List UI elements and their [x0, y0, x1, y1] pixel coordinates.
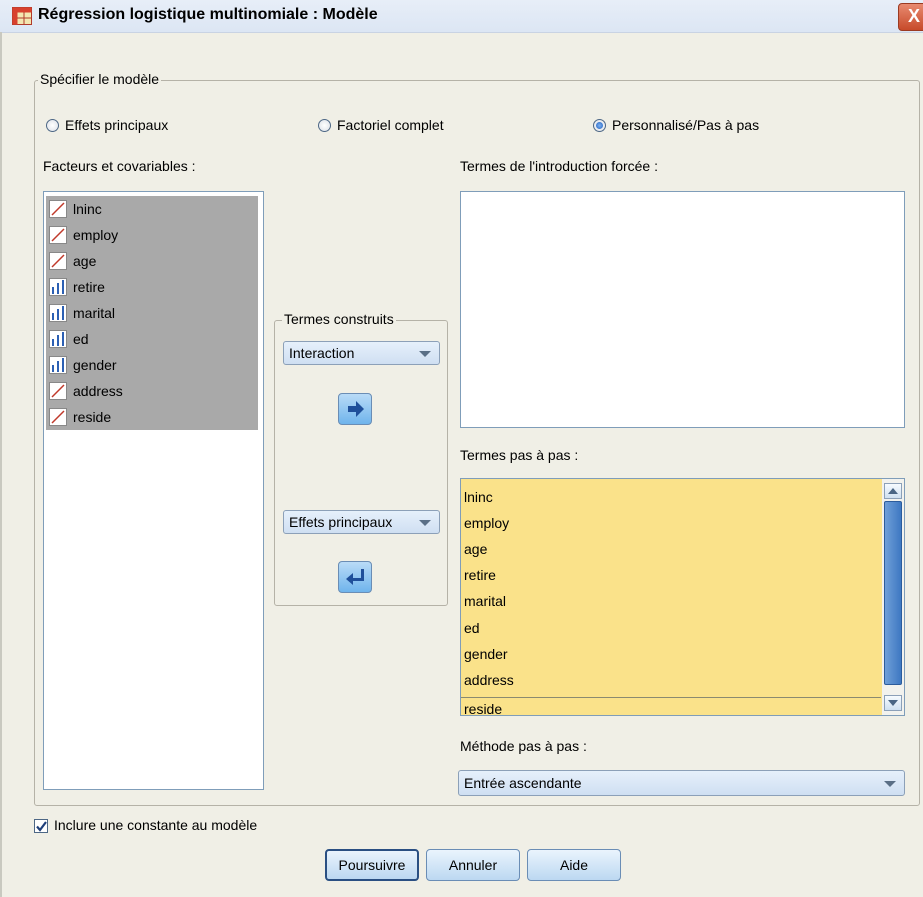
- nominal-bar-icon: [49, 278, 67, 296]
- forced-terms-listbox[interactable]: [460, 191, 905, 428]
- window-border: [0, 32, 2, 897]
- continue-button[interactable]: Poursuivre: [325, 849, 419, 881]
- chevron-down-icon: [884, 781, 896, 787]
- variable-name: age: [73, 253, 97, 269]
- checkmark-icon: [36, 821, 47, 832]
- radio-main-effects-circle[interactable]: [46, 118, 59, 132]
- list-item[interactable]: age: [464, 541, 487, 557]
- list-item[interactable]: gender: [46, 352, 258, 378]
- title-bar: Régression logistique multinomiale : Mod…: [0, 0, 923, 33]
- list-item[interactable]: marital: [464, 593, 506, 609]
- chevron-down-icon: [888, 700, 898, 706]
- variable-name: employ: [73, 227, 119, 243]
- list-item[interactable]: employ: [464, 515, 509, 531]
- factors-listbox[interactable]: lninc employ age retire marital ed gende…: [43, 191, 264, 790]
- stepwise-terms-listbox[interactable]: lninc employ age retire marital ed gende…: [460, 478, 905, 716]
- built-terms-type-value: Interaction: [289, 345, 355, 361]
- nominal-bar-icon: [49, 356, 67, 374]
- list-item-divider: [461, 697, 881, 715]
- chevron-down-icon: [419, 520, 431, 526]
- radio-custom-stepwise[interactable]: Personnalisé/Pas à pas: [593, 117, 759, 133]
- radio-full-factorial-label: Factoriel complet: [337, 117, 444, 133]
- scale-icon: [49, 200, 67, 218]
- radio-full-factorial-circle[interactable]: [318, 118, 331, 132]
- move-to-forced-button[interactable]: [338, 393, 372, 425]
- cancel-button-label: Annuler: [448, 857, 498, 873]
- forced-terms-label: Termes de l'introduction forcée :: [460, 158, 658, 174]
- list-item[interactable]: employ: [46, 222, 258, 248]
- variable-name: lninc: [73, 201, 102, 217]
- list-item[interactable]: ed: [464, 620, 480, 636]
- stepwise-method-label: Méthode pas à pas :: [460, 738, 587, 754]
- scale-icon: [49, 408, 67, 426]
- close-button[interactable]: X: [898, 3, 923, 31]
- scroll-down-button[interactable]: [884, 695, 902, 711]
- list-item[interactable]: retire: [46, 274, 258, 300]
- stepwise-scrollbar[interactable]: [882, 479, 904, 715]
- variable-name: address: [73, 383, 123, 399]
- list-item[interactable]: marital: [46, 300, 258, 326]
- radio-custom-stepwise-label: Personnalisé/Pas à pas: [612, 117, 760, 133]
- nominal-bar-icon: [49, 304, 67, 322]
- built-terms-effect-value: Effets principaux: [289, 514, 393, 530]
- window-title: Régression logistique multinomiale : Mod…: [38, 6, 378, 23]
- variable-name: retire: [73, 279, 105, 295]
- nominal-bar-icon: [49, 330, 67, 348]
- chevron-up-icon: [888, 488, 898, 494]
- variable-name: gender: [73, 357, 117, 373]
- stepwise-terms-label: Termes pas à pas :: [460, 447, 579, 463]
- dialog-window: Régression logistique multinomiale : Mod…: [0, 0, 923, 897]
- built-terms-legend: Termes construits: [282, 311, 396, 327]
- include-constant-label: Inclure une constante au modèle: [54, 817, 258, 833]
- variable-name: marital: [73, 305, 116, 321]
- radio-full-factorial[interactable]: Factoriel complet: [318, 117, 444, 133]
- radio-main-effects[interactable]: Effets principaux: [46, 117, 168, 133]
- chevron-down-icon: [419, 351, 431, 357]
- continue-button-label: Poursuivre: [338, 857, 406, 873]
- list-item[interactable]: reside: [46, 404, 258, 430]
- list-item[interactable]: reside: [464, 701, 502, 715]
- cancel-button[interactable]: Annuler: [426, 849, 520, 881]
- arrow-right-icon: [348, 401, 364, 417]
- scale-icon: [49, 226, 67, 244]
- scale-icon: [49, 382, 67, 400]
- include-constant-checkbox[interactable]: [34, 819, 48, 833]
- built-terms-type-combo[interactable]: Interaction: [283, 341, 440, 365]
- scale-icon: [49, 252, 67, 270]
- table-icon: [12, 7, 32, 25]
- list-item[interactable]: ed: [46, 326, 258, 352]
- list-item[interactable]: lninc: [464, 489, 493, 505]
- factors-label: Facteurs et covariables :: [43, 158, 196, 174]
- list-item[interactable]: address: [464, 672, 514, 688]
- list-item[interactable]: retire: [464, 567, 496, 583]
- list-item[interactable]: address: [46, 378, 258, 404]
- stepwise-method-value: Entrée ascendante: [464, 775, 582, 791]
- help-button-label: Aide: [559, 857, 589, 873]
- move-to-stepwise-button[interactable]: [338, 561, 372, 593]
- variable-name: ed: [73, 331, 89, 347]
- variable-name: reside: [73, 409, 112, 425]
- help-button[interactable]: Aide: [527, 849, 621, 881]
- close-icon: X: [907, 6, 920, 26]
- stepwise-method-select[interactable]: Entrée ascendante: [458, 770, 905, 796]
- built-terms-effect-combo[interactable]: Effets principaux: [283, 510, 440, 534]
- scroll-up-button[interactable]: [884, 483, 902, 499]
- radio-main-effects-label: Effets principaux: [65, 117, 169, 133]
- radio-custom-stepwise-circle[interactable]: [593, 118, 606, 132]
- arrow-return-icon: [346, 569, 364, 585]
- scroll-thumb[interactable]: [884, 501, 902, 685]
- list-item[interactable]: lninc: [46, 196, 258, 222]
- specify-model-legend: Spécifier le modèle: [38, 71, 162, 87]
- list-item[interactable]: gender: [464, 646, 508, 662]
- list-item[interactable]: age: [46, 248, 258, 274]
